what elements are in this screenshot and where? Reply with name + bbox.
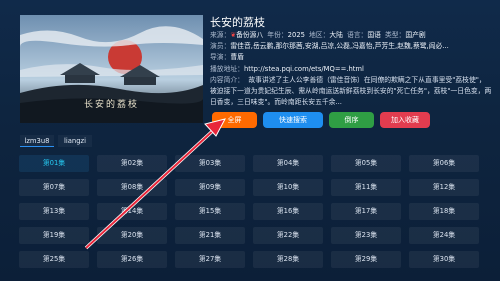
episode-button[interactable]: 第02集 bbox=[97, 155, 167, 172]
intro-text: 内容简介： 故事讲述了主人公李善德（雷佳音饰）在同僚的欺瞒之下从直事里受"荔枝使… bbox=[210, 75, 492, 109]
year-label: 年份： bbox=[267, 31, 288, 39]
episode-button[interactable]: 第22集 bbox=[253, 227, 323, 244]
episode-button[interactable]: 第24集 bbox=[409, 227, 479, 244]
meta-line: 来源：❦备份源八 年份：2025 地区：大陆 语言：国语 类型：国产剧 bbox=[210, 30, 492, 41]
episode-button[interactable]: 第09集 bbox=[175, 179, 245, 196]
cast-label: 演员： bbox=[210, 42, 231, 51]
language-value: 国语 bbox=[367, 31, 381, 39]
url-line: 播放地址：http://stea.pqi.com/ets/MQ==.html bbox=[210, 64, 492, 75]
episode-button[interactable]: 第20集 bbox=[97, 227, 167, 244]
type-value: 国产剧 bbox=[405, 31, 426, 39]
episode-button[interactable]: 第13集 bbox=[19, 203, 89, 220]
episode-button[interactable]: 第25集 bbox=[19, 251, 89, 268]
director-label: 导演： bbox=[210, 53, 231, 62]
episode-button[interactable]: 第26集 bbox=[97, 251, 167, 268]
cast-value: 雷佳音,岳云鹏,那尔那茜,安湖,吕凉,公磊,冯嘉怡,芦芳生,赵魏,蔡鹭,阎必..… bbox=[230, 42, 449, 51]
poster-caption: 长安的荔枝 bbox=[83, 100, 139, 110]
episode-button[interactable]: 第27集 bbox=[175, 251, 245, 268]
episode-button[interactable]: 第07集 bbox=[19, 179, 89, 196]
director-value: 曹盾 bbox=[230, 53, 244, 62]
tab-liangzi[interactable]: liangzi bbox=[58, 135, 92, 147]
cast-line: 演员：雷佳音,岳云鹏,那尔那茜,安湖,吕凉,公磊,冯嘉怡,芦芳生,赵魏,蔡鹭,阎… bbox=[210, 41, 492, 52]
director-line: 导演：曹盾 bbox=[210, 52, 492, 63]
episode-button[interactable]: 第30集 bbox=[409, 251, 479, 268]
episode-button[interactable]: 第03集 bbox=[175, 155, 245, 172]
year-value: 2025 bbox=[287, 31, 305, 39]
episode-button[interactable]: 第14集 bbox=[97, 203, 167, 220]
episode-button[interactable]: 第23集 bbox=[331, 227, 401, 244]
episode-button[interactable]: 第06集 bbox=[409, 155, 479, 172]
url-value[interactable]: http://stea.pqi.com/ets/MQ==.html bbox=[244, 65, 364, 73]
url-label: 播放地址： bbox=[210, 64, 244, 73]
episode-button[interactable]: 第10集 bbox=[253, 179, 323, 196]
add-favorite-button[interactable]: 加入收藏 bbox=[380, 112, 430, 128]
area-value: 大陆 bbox=[329, 31, 343, 39]
episode-button[interactable]: 第18集 bbox=[409, 203, 479, 220]
episode-button[interactable]: 第16集 bbox=[253, 203, 323, 220]
episode-button[interactable]: 第01集 bbox=[19, 155, 89, 172]
type-label: 类型： bbox=[384, 31, 406, 39]
episode-button[interactable]: 第12集 bbox=[409, 179, 479, 196]
poster-image: 长安的荔枝 bbox=[20, 15, 203, 123]
video-title: 长安的荔枝 bbox=[210, 16, 265, 29]
source-value: 备份源八 bbox=[236, 31, 264, 39]
fullscreen-button[interactable]: 全屏 bbox=[212, 112, 257, 128]
episode-button[interactable]: 第28集 bbox=[253, 251, 323, 268]
tab-lzm3u8[interactable]: lzm3u8 bbox=[20, 135, 54, 147]
episode-button[interactable]: 第05集 bbox=[331, 155, 401, 172]
area-label: 地区： bbox=[308, 31, 330, 39]
intro-label: 内容简介： bbox=[210, 75, 244, 84]
intro-value: 故事讲述了主人公李善德（雷佳音饰）在同僚的欺瞒之下从直事里受"荔枝使"，被迫接下… bbox=[210, 75, 492, 107]
episode-button[interactable]: 第08集 bbox=[97, 179, 167, 196]
episode-button[interactable]: 第11集 bbox=[331, 179, 401, 196]
episode-button[interactable]: 第17集 bbox=[331, 203, 401, 220]
episode-button[interactable]: 第21集 bbox=[175, 227, 245, 244]
episode-button[interactable]: 第19集 bbox=[19, 227, 89, 244]
episode-button[interactable]: 第15集 bbox=[175, 203, 245, 220]
sort-button[interactable]: 倒序 bbox=[329, 112, 374, 128]
episode-button[interactable]: 第04集 bbox=[253, 155, 323, 172]
language-label: 语言： bbox=[346, 31, 368, 39]
source-label: 来源： bbox=[210, 31, 231, 39]
detail-info-panel: 长安的荔枝 来源：❦备份源八 年份：2025 地区：大陆 语言：国语 类型：国产剧 演员… bbox=[210, 15, 492, 109]
quick-search-button[interactable]: 快速搜索 bbox=[263, 112, 323, 128]
episode-button[interactable]: 第29集 bbox=[331, 251, 401, 268]
